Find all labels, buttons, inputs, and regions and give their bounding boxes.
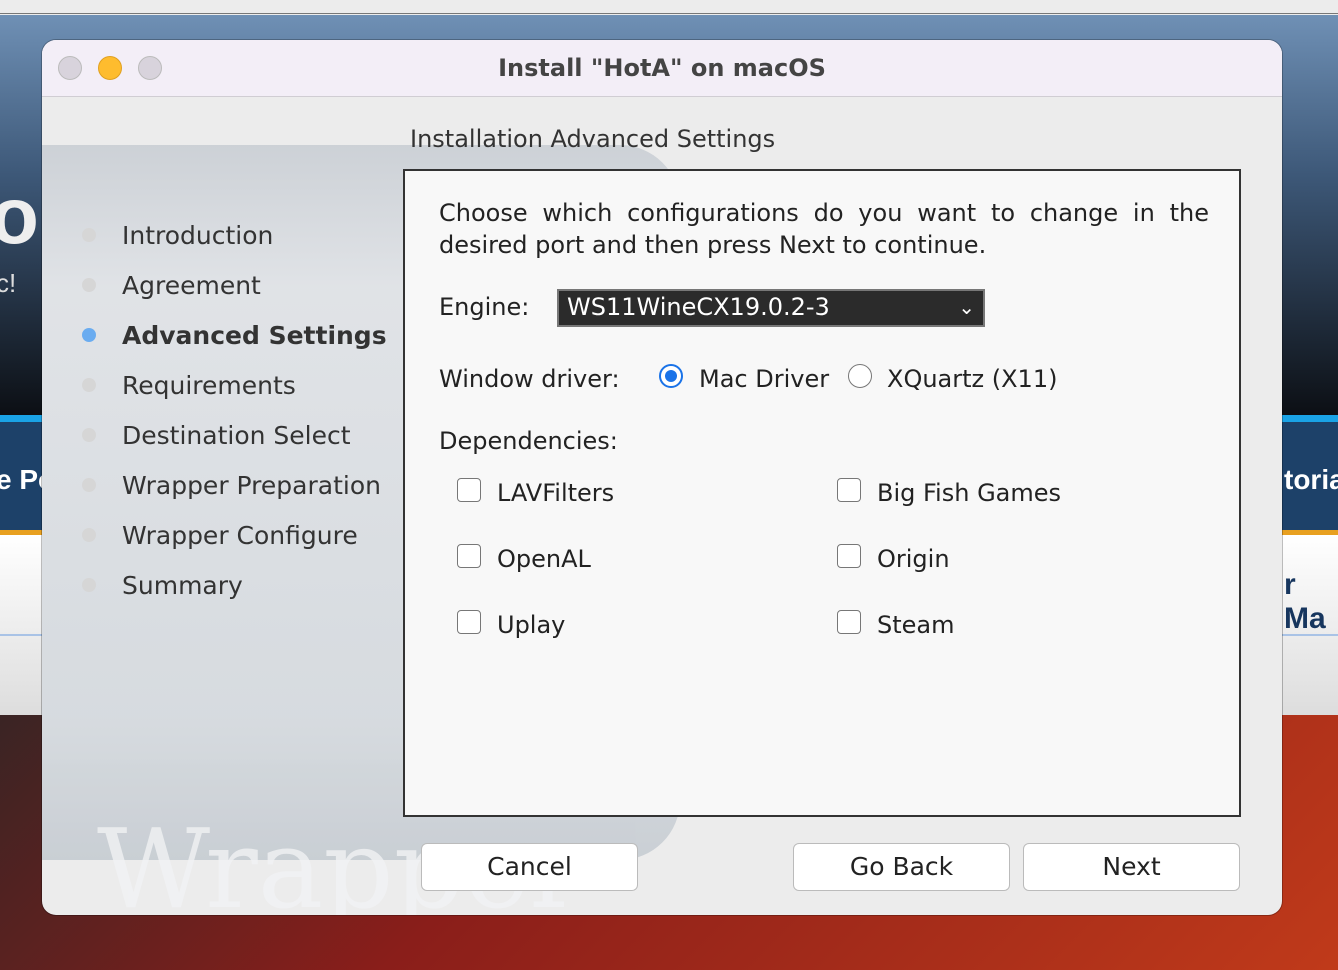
checkbox-label: Origin <box>877 545 950 573</box>
title-bar: Install "HotA" on macOS <box>42 40 1282 97</box>
engine-select[interactable]: WS11WineCX19.0.2-3 ⌄ <box>557 289 985 327</box>
engine-value: WS11WineCX19.0.2-3 <box>567 293 830 321</box>
desktop-menubar <box>0 0 1338 14</box>
checkbox-label: Uplay <box>497 611 566 639</box>
radio-mac-driver[interactable] <box>659 364 683 388</box>
checkbox-label: Steam <box>877 611 955 639</box>
checkbox-label: OpenAL <box>497 545 591 573</box>
step-label: Wrapper Configure <box>122 520 358 550</box>
next-button[interactable]: Next <box>1023 843 1240 891</box>
steps-list: Introduction Agreement Advanced Settings… <box>82 210 387 610</box>
step-dot-icon <box>82 478 96 492</box>
description: Choose which configurations do you want … <box>439 199 1209 259</box>
step-dot-icon <box>82 378 96 392</box>
checkbox-lavfilters[interactable] <box>457 478 481 502</box>
step-label: Advanced Settings <box>122 320 387 350</box>
window-title: Install "HotA" on macOS <box>498 54 826 82</box>
step-dot-icon <box>82 528 96 542</box>
step-item: Wrapper Configure <box>82 510 387 560</box>
checkbox-label: LAVFilters <box>497 479 615 507</box>
step-item: Introduction <box>82 210 387 260</box>
section-title: Installation Advanced Settings <box>410 125 776 153</box>
checkbox-openal[interactable] <box>457 544 481 568</box>
checkbox-steam[interactable] <box>837 610 861 634</box>
bg-text: c! <box>0 268 17 298</box>
step-label: Agreement <box>122 270 261 300</box>
step-label: Summary <box>122 570 243 600</box>
bg-text: toria <box>1284 464 1338 495</box>
step-dot-icon <box>82 278 96 292</box>
step-dot-icon <box>82 578 96 592</box>
checkbox-origin[interactable] <box>837 544 861 568</box>
bg-text: r Ma <box>1284 568 1326 635</box>
installer-window: Install "HotA" on macOS Wrapper Installa… <box>42 40 1282 915</box>
radio-label: XQuartz (X11) <box>887 365 1058 393</box>
step-label: Destination Select <box>122 420 351 450</box>
step-item: Summary <box>82 560 387 610</box>
step-label: Wrapper Preparation <box>122 470 381 500</box>
window-driver-label: Window driver: <box>439 365 620 393</box>
radio-xquartz[interactable] <box>848 364 872 388</box>
checkbox-big-fish-games[interactable] <box>837 478 861 502</box>
step-label: Introduction <box>122 220 274 250</box>
go-back-button[interactable]: Go Back <box>793 843 1010 891</box>
step-item: Wrapper Preparation <box>82 460 387 510</box>
radio-label: Mac Driver <box>699 365 830 393</box>
step-label: Requirements <box>122 370 296 400</box>
step-item-active: Advanced Settings <box>82 310 387 360</box>
checkbox-uplay[interactable] <box>457 610 481 634</box>
step-dot-icon <box>82 228 96 242</box>
settings-panel: Choose which configurations do you want … <box>403 169 1241 817</box>
cancel-button[interactable]: Cancel <box>421 843 638 891</box>
checkbox-label: Big Fish Games <box>877 479 1062 507</box>
step-item: Agreement <box>82 260 387 310</box>
engine-label: Engine: <box>439 293 530 321</box>
step-item: Destination Select <box>82 410 387 460</box>
dependencies-label: Dependencies: <box>439 427 618 455</box>
step-dot-icon <box>82 428 96 442</box>
chevron-down-icon: ⌄ <box>958 295 975 319</box>
step-dot-icon <box>82 328 96 342</box>
step-item: Requirements <box>82 360 387 410</box>
